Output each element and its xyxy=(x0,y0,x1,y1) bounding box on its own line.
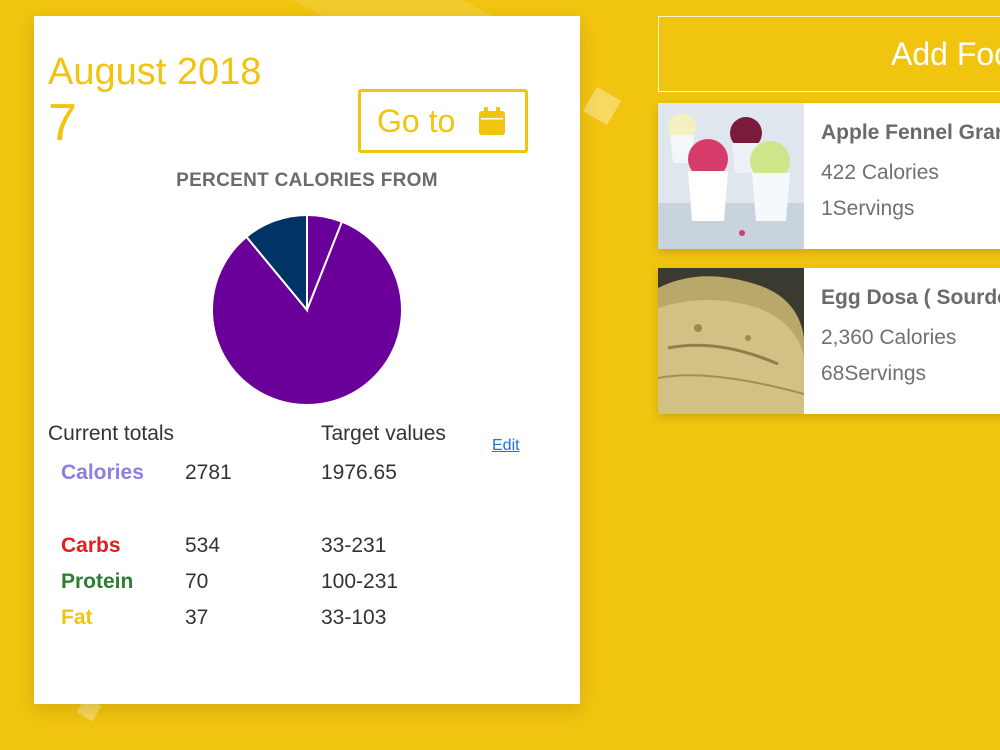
food-item[interactable]: Egg Dosa ( Sourdough 2,360 Calories 68Se… xyxy=(658,268,1000,414)
current-value-calories: 2781 xyxy=(185,461,232,484)
food-thumbnail xyxy=(658,268,804,414)
nutrition-card: August 2018 7 Go to PERCENT CALORIES FRO… xyxy=(34,16,580,704)
target-value-calories: 1976.65 xyxy=(321,461,397,484)
target-value-fat: 33-103 xyxy=(321,606,387,629)
background-square xyxy=(582,86,622,126)
edit-targets-link[interactable]: Edit xyxy=(492,437,520,455)
day-number: 7 xyxy=(48,94,77,152)
food-calories: 422 Calories xyxy=(821,161,939,184)
chart-title: PERCENT CALORIES FROM xyxy=(176,170,438,191)
goto-label: Go to xyxy=(377,102,456,139)
add-food-button[interactable]: Add Food xyxy=(658,16,1000,92)
food-calories: 2,360 Calories xyxy=(821,326,957,349)
current-value-protein: 70 xyxy=(185,570,209,593)
food-item[interactable]: Apple Fennel Granita 422 Calories 1Servi… xyxy=(658,103,1000,249)
current-value-fat: 37 xyxy=(185,606,209,629)
food-name: Egg Dosa ( Sourdough xyxy=(821,286,1000,309)
nutrient-name-protein: Protein xyxy=(61,570,134,593)
nutrient-name-calories: Calories xyxy=(61,461,144,484)
goto-date-button[interactable]: Go to xyxy=(358,89,528,153)
month-year: August 2018 xyxy=(48,51,262,93)
food-servings: 68Servings xyxy=(821,362,927,385)
food-servings: 1Servings xyxy=(821,197,915,220)
target-value-carbs: 33-231 xyxy=(321,534,387,557)
current-value-carbs: 534 xyxy=(185,534,221,557)
nutrient-name-fat: Fat xyxy=(61,606,93,629)
nutrient-name-carbs: Carbs xyxy=(61,534,121,557)
calories-pie-chart xyxy=(211,213,403,406)
target-values-header: Target values xyxy=(321,422,446,445)
current-totals-header: Current totals xyxy=(48,422,175,445)
food-thumbnail xyxy=(658,103,804,249)
food-name: Apple Fennel Granita xyxy=(821,121,1000,144)
calendar-icon xyxy=(479,107,506,135)
target-value-protein: 100-231 xyxy=(321,570,399,593)
